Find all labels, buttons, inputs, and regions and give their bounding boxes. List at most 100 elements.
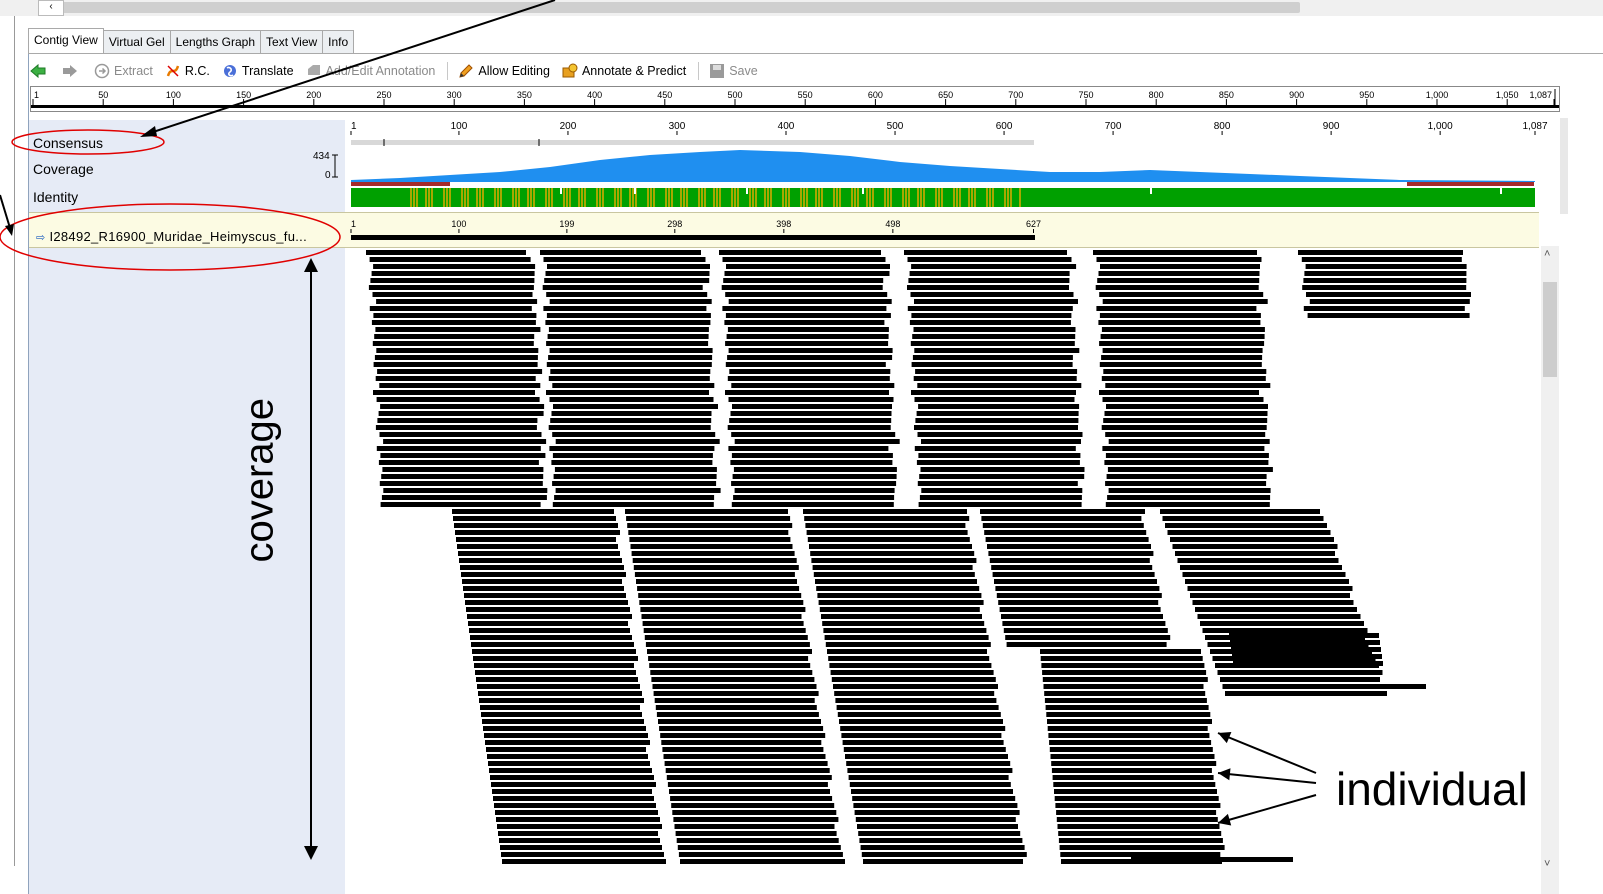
read-bar	[669, 789, 830, 794]
identity-variant-mark	[596, 188, 598, 207]
identity-variant-mark	[866, 188, 868, 207]
read-bar	[914, 425, 1078, 430]
read-bar	[920, 467, 1085, 472]
read-bar	[918, 502, 1082, 507]
read-bar	[454, 523, 618, 528]
read-bar	[642, 621, 804, 626]
individual-pointer-arrow	[1217, 794, 1317, 824]
read-bar	[370, 278, 535, 283]
read-bar	[725, 313, 891, 318]
read-bar	[379, 383, 541, 388]
read-bar	[1162, 516, 1324, 521]
identity-variant-mark	[767, 188, 769, 207]
read-bar	[455, 530, 620, 535]
read-bar	[637, 586, 800, 591]
read-bar	[816, 586, 980, 591]
read-bar	[822, 621, 985, 626]
read-bar	[911, 313, 1072, 318]
read-bar	[733, 467, 897, 472]
identity-variant-mark	[431, 188, 433, 207]
read-bar	[1231, 647, 1381, 652]
read-bar	[1104, 460, 1269, 465]
read-bar	[546, 362, 712, 367]
read-bar	[383, 488, 548, 493]
read-bar	[918, 453, 1081, 458]
identity-variant-mark	[956, 188, 958, 207]
identity-variant-mark	[704, 188, 706, 207]
read-bar	[660, 733, 826, 738]
read-bar	[728, 446, 889, 451]
read-bar	[487, 754, 648, 759]
read-bar	[1102, 446, 1265, 451]
read-bar	[818, 600, 984, 605]
identity-variant-mark	[584, 188, 586, 207]
read-bar	[664, 761, 828, 766]
read-bar	[484, 733, 648, 738]
read-bar	[1220, 677, 1380, 682]
read-bar	[457, 544, 618, 549]
identity-variant-mark	[902, 188, 904, 207]
read-bar	[1093, 250, 1257, 255]
identity-variant-mark	[518, 188, 520, 207]
read-bar	[490, 775, 654, 780]
read-bar	[731, 432, 896, 437]
read-bar	[383, 439, 547, 444]
read-bar	[554, 495, 715, 500]
read-bar	[1232, 654, 1382, 659]
track-ruler-label: 400	[778, 121, 795, 132]
identity-variant-mark	[989, 188, 991, 207]
read-bar	[625, 509, 788, 514]
read-bar	[810, 551, 975, 556]
read-bar	[379, 432, 542, 437]
read-bar	[732, 404, 892, 409]
read-bar	[1303, 306, 1465, 311]
identity-gap-mark	[1500, 188, 1502, 194]
read-bar	[734, 488, 895, 493]
vertical-scroll-thumb[interactable]	[1543, 282, 1557, 377]
read-bar	[727, 355, 893, 360]
read-bar	[552, 432, 716, 437]
read-bar	[680, 859, 845, 864]
scroll-down-icon[interactable]: ˅	[1544, 858, 1550, 870]
read-bar	[1096, 257, 1262, 262]
identity-variant-mark	[461, 188, 463, 207]
scroll-up-icon[interactable]: ˄	[1544, 248, 1550, 260]
read-bar	[804, 516, 970, 521]
read-bar	[725, 390, 889, 395]
read-bar	[470, 635, 632, 640]
read-bar	[858, 831, 1021, 836]
read-bar	[494, 803, 656, 808]
read-bar	[375, 376, 536, 381]
identity-variant-mark	[839, 188, 841, 207]
reads-group	[366, 250, 1471, 864]
coverage-arrow-bottom	[304, 846, 318, 860]
read-bar	[727, 327, 889, 332]
read-bar	[477, 684, 640, 689]
identity-variant-mark	[788, 188, 790, 207]
read-bar	[825, 642, 991, 647]
read-bar	[917, 383, 1082, 388]
identity-variant-mark	[755, 188, 757, 207]
read-bar	[1192, 600, 1354, 605]
track-ruler-label: 800	[1214, 121, 1231, 132]
read-bar	[1177, 558, 1339, 563]
read-bar	[453, 516, 616, 521]
read-bar	[491, 782, 656, 787]
read-bar	[1104, 411, 1268, 416]
read-bar	[919, 495, 1082, 500]
track-ruler-label: 200	[560, 121, 577, 132]
read-bar	[731, 453, 893, 458]
read-bar	[1101, 376, 1266, 381]
identity-variant-mark	[512, 188, 514, 207]
read-bar	[1058, 831, 1222, 836]
read-bar	[1197, 614, 1361, 619]
read-bar	[546, 313, 711, 318]
read-bar	[548, 327, 709, 332]
read-bar	[1165, 523, 1327, 528]
read-bar	[631, 551, 795, 556]
sequence-ruler-label: 1	[351, 219, 356, 229]
read-bar	[727, 425, 891, 430]
identity-gap-mark	[634, 188, 636, 194]
read-bar	[1170, 537, 1334, 542]
read-bar	[1304, 271, 1467, 276]
